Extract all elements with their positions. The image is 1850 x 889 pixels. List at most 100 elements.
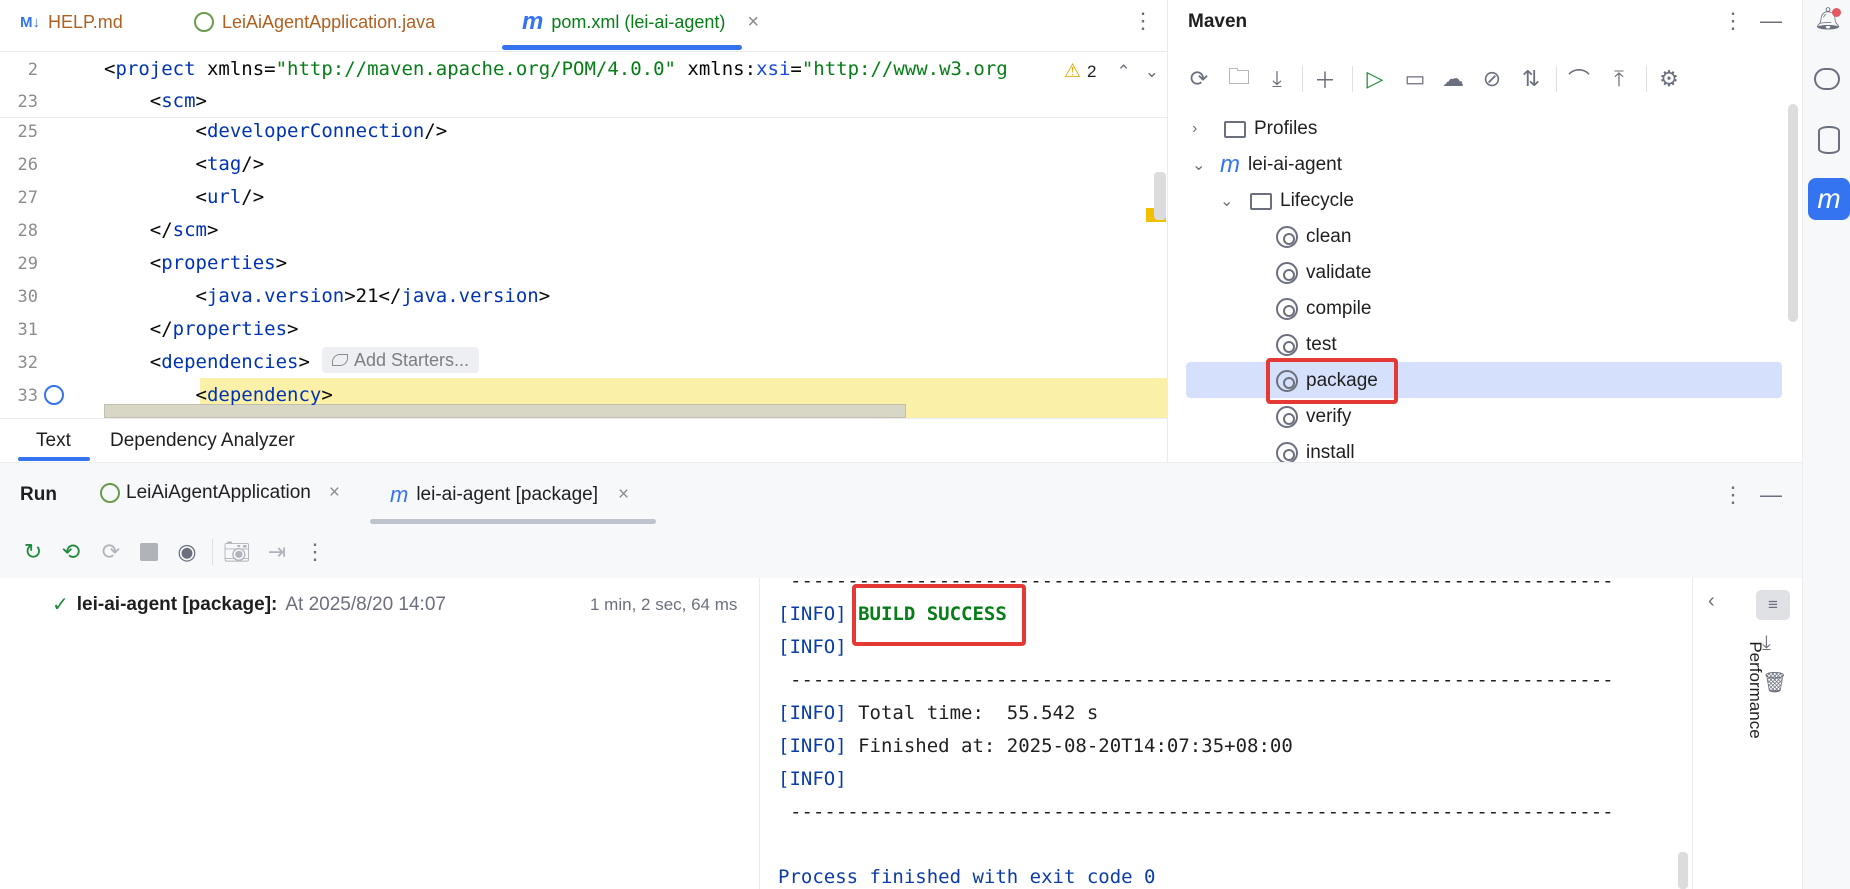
- phase-label: install: [1306, 442, 1355, 463]
- lifecycle-verify[interactable]: verify: [1276, 400, 1351, 434]
- run-tab-label: lei-ai-agent [package]: [416, 484, 598, 505]
- chevron-down-icon[interactable]: ⌄: [1145, 62, 1159, 82]
- override-gutter-icon[interactable]: [44, 385, 64, 405]
- offline-mode-icon[interactable]: ☁: [1440, 66, 1466, 92]
- database-icon[interactable]: [1818, 126, 1840, 154]
- tree-item-lifecycle[interactable]: ⌄ Lifecycle: [1220, 184, 1354, 218]
- tab-label: LeiAiAgentApplication.java: [222, 11, 436, 32]
- maven-tool-button[interactable]: m: [1808, 178, 1850, 220]
- eye-icon[interactable]: ◉: [174, 539, 200, 565]
- tab-dependency-analyzer[interactable]: Dependency Analyzer: [110, 430, 295, 452]
- tree-item-profiles[interactable]: › Profiles: [1192, 112, 1317, 146]
- folder-icon: [1224, 120, 1246, 138]
- stop-icon[interactable]: [140, 543, 158, 561]
- rerun-icon[interactable]: ↻: [20, 539, 46, 565]
- tab-text[interactable]: Text: [36, 430, 71, 452]
- toolbar-divider: [1352, 66, 1353, 92]
- analyze-icon[interactable]: ⤒: [1606, 66, 1632, 92]
- tab-pom-xml[interactable]: m pom.xml (lei-ai-agent) ×: [522, 0, 759, 44]
- chevron-down-icon[interactable]: ⌄: [1192, 155, 1208, 175]
- line-number: 27: [17, 188, 38, 208]
- warning-widget[interactable]: ⚠ 2 ⌃ ⌄: [1060, 60, 1164, 83]
- run-toolbar-more-icon[interactable]: ⋮: [302, 539, 328, 565]
- lifecycle-compile[interactable]: compile: [1276, 292, 1371, 326]
- code-line: <url/>: [104, 186, 265, 208]
- trash-icon[interactable]: 🗑︎: [1762, 670, 1787, 695]
- phase-label: compile: [1306, 298, 1372, 319]
- phase-label: validate: [1306, 262, 1372, 283]
- code-line: <project xmlns="http://maven.apache.org/…: [104, 58, 1008, 80]
- phase-label: clean: [1306, 226, 1352, 247]
- maven-icon: m: [1220, 151, 1240, 178]
- console-text: Total time: 55.542 s: [846, 702, 1099, 724]
- add-starters-label: Add Starters...: [354, 349, 470, 370]
- code-line: <dependency>: [104, 384, 333, 406]
- run-tab-application[interactable]: LeiAiAgentApplication ×: [100, 482, 340, 504]
- lifecycle-clean[interactable]: clean: [1276, 220, 1351, 254]
- run-tab-package[interactable]: m lei-ai-agent [package] ×: [390, 482, 629, 508]
- code-line: </scm>: [104, 219, 219, 241]
- tree-label: lei-ai-agent: [1248, 154, 1342, 175]
- soft-wrap-icon[interactable]: ≡: [1756, 590, 1790, 620]
- import-icon[interactable]: ⇥: [264, 539, 290, 565]
- maven-icon: m: [522, 8, 544, 35]
- console-line: [INFO] Finished at: 2025-08-20T14:07:35+…: [778, 735, 1293, 757]
- lifecycle-validate[interactable]: validate: [1276, 256, 1372, 290]
- code-line: <developerConnection/>: [104, 120, 448, 142]
- tab-leiaiagentapplication[interactable]: LeiAiAgentApplication.java: [194, 0, 435, 44]
- success-check-icon: ✓: [52, 594, 69, 616]
- more-options-icon[interactable]: ⋮: [1722, 8, 1744, 34]
- tab-more-icon[interactable]: ⋮: [1132, 8, 1154, 34]
- collapse-all-icon[interactable]: ⇅: [1518, 66, 1544, 92]
- chevron-down-icon[interactable]: ⌄: [1220, 191, 1236, 211]
- scroll-to-end-icon[interactable]: ⤓: [1762, 632, 1771, 655]
- run-icon[interactable]: ▷: [1362, 66, 1388, 92]
- tab-help-md[interactable]: M↓ HELP.md: [20, 0, 123, 44]
- toolbar-divider: [212, 539, 213, 565]
- minimize-icon[interactable]: —: [1760, 8, 1782, 34]
- reload-icon[interactable]: ⟳: [1186, 66, 1212, 92]
- console-line: [INFO]: [778, 768, 847, 790]
- editor-scrollbar-v[interactable]: [1154, 172, 1166, 220]
- gear-icon: [1276, 442, 1298, 464]
- run-tab-label: LeiAiAgentApplication: [126, 482, 311, 503]
- lifecycle-test[interactable]: test: [1276, 328, 1337, 362]
- run-tree-name: lei-ai-agent [package]:: [76, 593, 278, 615]
- rerun-failed-icon[interactable]: ⟲: [58, 539, 84, 565]
- skip-tests-icon[interactable]: ⊘: [1479, 66, 1505, 92]
- download-icon[interactable]: ⤓: [1264, 66, 1290, 92]
- close-tab-icon[interactable]: ×: [747, 11, 759, 34]
- add-icon[interactable]: ＋: [1312, 66, 1338, 93]
- spring-leaf-icon: [332, 354, 348, 366]
- chevron-up-icon[interactable]: ⌃: [1117, 62, 1131, 82]
- show-dependencies-icon[interactable]: ⌒: [1566, 66, 1592, 93]
- tab-label: HELP.md: [48, 11, 123, 32]
- chevron-right-icon[interactable]: ›: [1192, 120, 1208, 138]
- execute-goal-icon[interactable]: ▭: [1402, 66, 1428, 92]
- collapse-left-icon[interactable]: ‹: [1708, 590, 1715, 613]
- maven-scrollbar[interactable]: [1788, 104, 1798, 322]
- close-tab-icon[interactable]: ×: [329, 482, 340, 504]
- console-scrollbar[interactable]: [1678, 852, 1688, 889]
- scrollbar-h[interactable]: [104, 404, 906, 418]
- run-minimize-icon[interactable]: —: [1760, 482, 1782, 508]
- info-prefix: [INFO]: [778, 768, 847, 790]
- info-prefix: [INFO]: [778, 702, 847, 724]
- camera-icon[interactable]: 📷︎: [223, 539, 251, 565]
- lifecycle-folder-icon: [1250, 192, 1272, 210]
- ai-assistant-icon[interactable]: [1814, 68, 1840, 90]
- run-more-icon[interactable]: ⋮: [1722, 482, 1744, 508]
- rerun-automatically-icon[interactable]: ⟳: [98, 539, 124, 565]
- close-tab-icon[interactable]: ×: [618, 484, 629, 506]
- run-tree: [0, 578, 760, 889]
- add-starters-inlay[interactable]: Add Starters...: [322, 347, 480, 373]
- generate-sources-icon[interactable]: 🗀: [1226, 64, 1252, 92]
- line-number: 33: [17, 386, 38, 406]
- run-tree-item[interactable]: ✓ lei-ai-agent [package]: At 2025/8/20 1…: [52, 592, 446, 617]
- settings-icon[interactable]: ⚙: [1656, 66, 1682, 92]
- info-prefix: [INFO]: [778, 735, 847, 757]
- console-text: Finished at: 2025-08-20T14:07:35+08:00: [846, 735, 1293, 757]
- tree-item-project[interactable]: ⌄ m lei-ai-agent: [1192, 148, 1342, 182]
- annotation-box-package: [1266, 358, 1398, 404]
- markdown-icon: M↓: [20, 13, 40, 31]
